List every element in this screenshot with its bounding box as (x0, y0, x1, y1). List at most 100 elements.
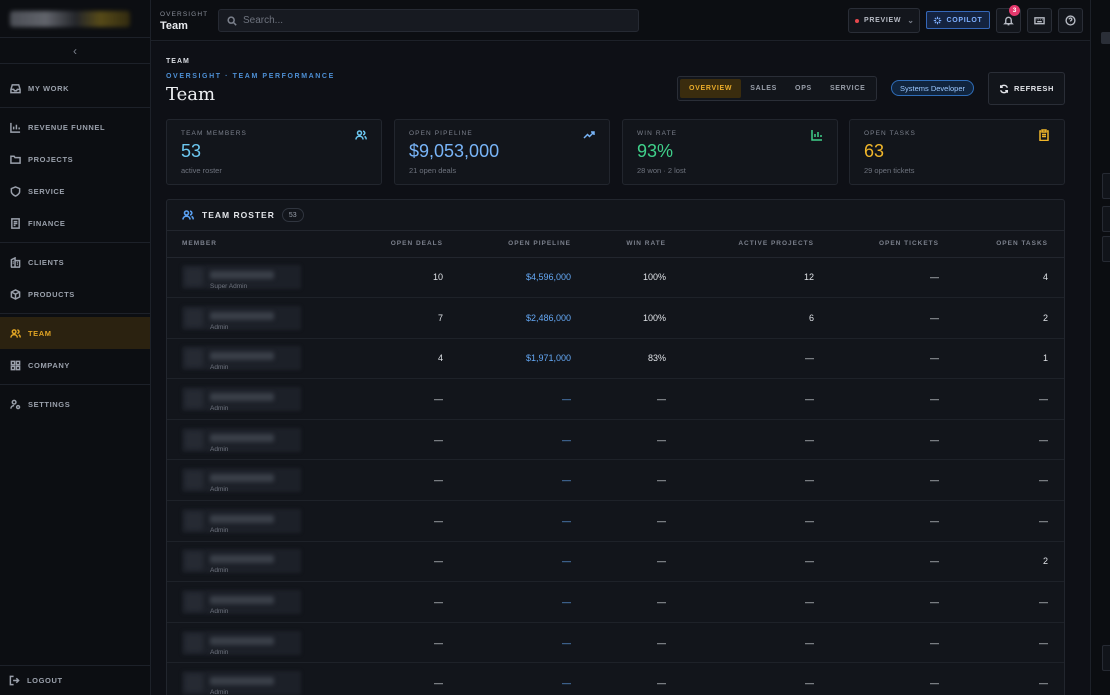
stat-value: 53 (181, 141, 202, 161)
member-identity[interactable]: Admin (182, 587, 301, 617)
member-identity[interactable]: Admin (182, 303, 301, 333)
open-tickets-cell: — (830, 581, 955, 623)
open-tasks-cell: — (955, 378, 1064, 420)
sidebar-item-service[interactable]: SERVICE (0, 175, 150, 207)
member-identity[interactable]: Admin (182, 506, 301, 536)
table-row[interactable]: Admin — — — — — — (167, 459, 1064, 502)
tab-overview[interactable]: OVERVIEW (680, 79, 742, 98)
rail-icon[interactable] (1101, 32, 1110, 44)
table-row[interactable]: Admin — — — — — — (167, 378, 1064, 420)
open-pipeline-cell[interactable]: — (459, 662, 587, 695)
help-button[interactable] (1058, 8, 1083, 33)
column-header-active-projects[interactable]: ACTIVE PROJECTS (682, 231, 830, 258)
member-identity[interactable]: Admin (182, 668, 301, 695)
member-cell: Admin (167, 662, 367, 695)
building-icon (9, 256, 21, 268)
open-pipeline-cell[interactable]: — (459, 541, 587, 583)
sidebar-item-label: SERVICE (28, 186, 65, 196)
member-identity[interactable]: Admin (182, 384, 301, 414)
refresh-button[interactable]: REFRESH (988, 72, 1065, 105)
member-identity[interactable]: Admin (182, 343, 301, 373)
open-pipeline-cell[interactable]: $1,971,000 (459, 338, 587, 380)
search-box[interactable] (218, 9, 639, 32)
member-cell: Admin (167, 500, 367, 542)
stat-value: 63 (864, 141, 885, 161)
sidebar-item-settings[interactable]: SETTINGS (0, 388, 150, 420)
column-header-member[interactable]: MEMBER (167, 231, 367, 258)
open-tickets-cell: — (830, 622, 955, 664)
open-pipeline-cell[interactable]: — (459, 459, 587, 502)
open-pipeline-cell[interactable]: — (459, 622, 587, 664)
open-pipeline-cell[interactable]: $4,596,000 (459, 257, 587, 299)
tab-ops[interactable]: OPS (786, 79, 821, 98)
table-row[interactable]: Admin 7 $2,486,000 100% 6—2 (167, 297, 1064, 339)
column-header-win-rate[interactable]: WIN RATE (587, 231, 682, 258)
open-pipeline-cell[interactable]: $2,486,000 (459, 297, 587, 339)
column-header-open-tasks[interactable]: OPEN TASKS (955, 231, 1064, 258)
copilot-button[interactable]: COPILOT (926, 11, 990, 29)
brand-logo[interactable] (0, 0, 150, 38)
rail-slot[interactable] (1102, 206, 1110, 232)
redacted-name-text (210, 636, 274, 645)
divider (0, 107, 150, 108)
users-icon (182, 210, 194, 220)
table-row[interactable]: Admin — — — — — — (167, 500, 1064, 542)
sidebar-item-revenue-funnel[interactable]: REVENUE FUNNEL (0, 111, 150, 143)
member-identity[interactable]: Admin (182, 546, 301, 576)
table-row[interactable]: Admin — — — — — — (167, 581, 1064, 623)
sidebar-item-company[interactable]: COMPANY (0, 349, 150, 381)
sidebar-item-label: CLIENTS (28, 257, 65, 267)
sidebar-item-clients[interactable]: CLIENTS (0, 246, 150, 278)
sidebar-item-team[interactable]: TEAM (0, 317, 150, 349)
shield-icon (9, 185, 21, 197)
sidebar-item-products[interactable]: PRODUCTS (0, 278, 150, 310)
sidebar-item-finance[interactable]: FINANCE (0, 207, 150, 239)
column-header-open-pipeline[interactable]: OPEN PIPELINE (459, 231, 587, 258)
tab-service[interactable]: SERVICE (821, 79, 875, 98)
win-rate-cell: — (587, 378, 682, 420)
active-projects-cell: 6 (682, 297, 830, 339)
table-row[interactable]: Super Admin 10 $4,596,000 100% 12—4 (167, 257, 1064, 299)
logout-label: LOGOUT (27, 676, 63, 685)
sidebar-item-label: MY WORK (28, 83, 70, 93)
sidebar-item-projects[interactable]: PROJECTS (0, 143, 150, 175)
member-cell: Admin (167, 378, 367, 420)
column-header-open-deals[interactable]: OPEN DEALS (367, 231, 459, 258)
open-pipeline-cell[interactable]: — (459, 419, 587, 461)
member-identity[interactable]: Super Admin (182, 262, 301, 292)
member-identity[interactable]: Admin (182, 465, 301, 495)
tab-sales[interactable]: SALES (741, 79, 786, 98)
sidebar: ‹ MY WORK REVENUE FUNNEL PROJECTS SERVIC… (0, 0, 151, 695)
topbar: OVERSIGHT Team PREVIEW ⌄ COPILOT 3 (151, 0, 1090, 41)
stat-label: TEAM MEMBERS (181, 130, 247, 137)
rail-slot[interactable] (1102, 236, 1110, 262)
open-pipeline-cell[interactable]: — (459, 500, 587, 542)
stat-value: 93% (637, 141, 674, 161)
open-pipeline-cell[interactable]: — (459, 378, 587, 420)
table-row[interactable]: Admin — — — — — — (167, 662, 1064, 695)
table-row[interactable]: Admin — — — — — — (167, 622, 1064, 664)
preview-dropdown[interactable]: PREVIEW ⌄ (848, 8, 920, 33)
notifications-button[interactable]: 3 (996, 5, 1021, 33)
table-row[interactable]: Admin — — — — —2 (167, 541, 1064, 583)
keyboard-shortcuts-button[interactable] (1027, 8, 1052, 33)
rail-slot[interactable] (1102, 645, 1110, 671)
sidebar-item-my-work[interactable]: MY WORK (0, 72, 150, 104)
rail-slot[interactable] (1102, 173, 1110, 199)
active-projects-cell: 12 (682, 257, 830, 299)
keyboard-icon (1034, 17, 1045, 25)
member-identity[interactable]: Admin (182, 425, 301, 455)
sidebar-item-label: TEAM (28, 328, 52, 338)
sidebar-collapse-button[interactable]: ‹ (0, 38, 150, 64)
redacted-name-text (210, 393, 274, 402)
table-row[interactable]: Admin — — — — — — (167, 419, 1064, 461)
column-header-open-tickets[interactable]: OPEN TICKETS (830, 231, 955, 258)
member-identity[interactable]: Admin (182, 628, 301, 658)
logout-button[interactable]: LOGOUT (0, 665, 150, 695)
table-row[interactable]: Admin 4 $1,971,000 83% — —1 (167, 338, 1064, 380)
stat-label: WIN RATE (637, 130, 678, 137)
open-tasks-cell: 2 (955, 297, 1064, 339)
search-input[interactable] (243, 15, 623, 26)
avatar (185, 471, 203, 490)
open-pipeline-cell[interactable]: — (459, 581, 587, 623)
